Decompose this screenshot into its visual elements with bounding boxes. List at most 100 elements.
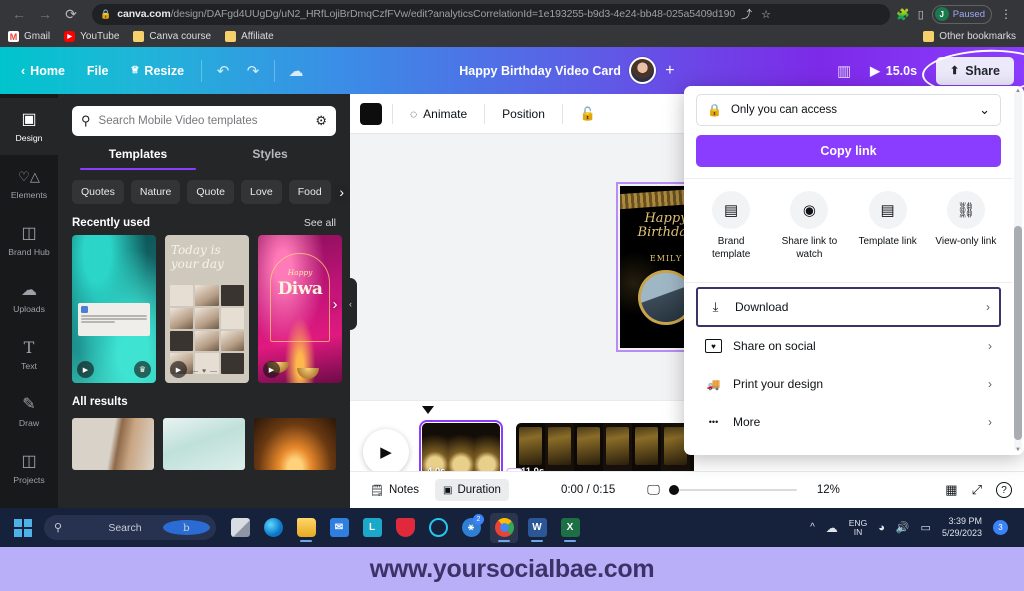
notes-button[interactable]: 🗒 Notes <box>362 479 427 502</box>
address-bar[interactable]: 🔒 canva.com/design/DAFgd4UUgDg/uN2_HRfLo… <box>92 3 890 25</box>
tab-styles[interactable]: Styles <box>204 147 336 170</box>
bookmark-gmail[interactable]: M Gmail <box>8 31 50 42</box>
taskbar-search[interactable]: ⚲ Search b <box>44 515 216 540</box>
wifi-icon[interactable]: ◕ <box>878 522 885 534</box>
taskbar-app-microsoft-excel[interactable]: X <box>556 513 584 543</box>
play-icon[interactable]: ▶ <box>263 361 280 378</box>
resize-button[interactable]: ♕ Resize <box>119 58 195 84</box>
menu-item-more[interactable]: ••• More › <box>696 403 1001 441</box>
sidebar-item-text[interactable]: T Text <box>0 326 58 383</box>
quick-action-template-link[interactable]: ▤ Template link <box>849 191 927 261</box>
taskbar-app-file-explorer[interactable] <box>292 513 320 543</box>
menu-item-print-your-design[interactable]: 🚚 Print your design › <box>696 365 1001 403</box>
home-button[interactable]: ‹ Home <box>10 58 76 84</box>
chip-quote[interactable]: Quote <box>187 180 234 204</box>
side-panel-icon[interactable]: ▯ <box>918 8 924 21</box>
result-thumb[interactable] <box>254 418 336 470</box>
duration-button[interactable]: ▣ Duration <box>435 479 509 501</box>
play-duration-button[interactable]: ▶ 15.0s <box>861 58 926 83</box>
copy-link-button[interactable]: Copy link <box>696 135 1001 167</box>
thumbs-next-icon[interactable]: › <box>324 293 346 315</box>
menu-item-share-on-social[interactable]: ♥ Share on social › <box>696 327 1001 365</box>
sidebar-item-projects[interactable]: ◫ Projects <box>0 440 58 497</box>
fullscreen-icon[interactable]: ⤢ <box>972 482 982 498</box>
back-icon[interactable]: ← <box>8 3 30 25</box>
fit-screen-icon[interactable]: 🖵 <box>647 482 660 498</box>
taskbar-app-l[interactable]: L <box>358 513 386 543</box>
scroll-down-icon[interactable]: ▼ <box>1014 447 1022 453</box>
redo-icon[interactable]: ↷ <box>238 56 268 86</box>
notification-badge[interactable]: 3 <box>993 520 1008 535</box>
grid-view-icon[interactable]: ▦ <box>945 482 957 498</box>
quick-action-share-link-to-watch[interactable]: ◉ Share link to watch <box>770 191 848 261</box>
volume-icon[interactable]: 🔊 <box>896 521 910 534</box>
analytics-icon[interactable]: ▥ <box>829 56 859 86</box>
chip-food[interactable]: Food <box>288 180 331 204</box>
zoom-control[interactable]: 🖵 <box>647 482 797 498</box>
undo-icon[interactable]: ↶ <box>208 56 238 86</box>
quick-action-brand-template[interactable]: ▤ Brand template <box>692 191 770 261</box>
tray-chevron-up-icon[interactable]: ^ <box>810 522 815 533</box>
browser-menu-icon[interactable]: ⋮ <box>1000 7 1012 21</box>
play-icon[interactable]: ▶ <box>77 361 94 378</box>
clock[interactable]: 3:39 PM 5/29/2023 <box>942 516 982 539</box>
play-icon[interactable]: ▶ <box>170 361 187 378</box>
battery-icon[interactable]: ▭ <box>921 521 931 534</box>
extensions-icon[interactable]: 🧩 <box>896 8 910 21</box>
taskbar-app-mail[interactable]: ✉ <box>325 513 353 543</box>
see-all-link[interactable]: See all <box>304 217 336 229</box>
share-button[interactable]: ⬆ Share <box>920 46 1024 97</box>
filter-icon[interactable]: ⚙ <box>315 113 327 129</box>
bookmark-star-icon[interactable]: ☆ <box>761 8 771 21</box>
page-title[interactable]: Happy Birthday Video Card <box>459 64 621 78</box>
chevron-right-icon[interactable]: › <box>339 184 344 200</box>
bookmark-affiliate[interactable]: Affiliate <box>225 31 274 42</box>
quick-action-view-only-link[interactable]: ⛓ View-only link <box>927 191 1005 261</box>
add-collaborator-button[interactable]: + <box>659 60 681 82</box>
result-thumb[interactable] <box>72 418 154 470</box>
lock-button[interactable]: 🔓 <box>573 101 603 127</box>
template-thumb-ocean[interactable]: ▶ ♛ <box>72 235 156 383</box>
other-bookmarks[interactable]: Other bookmarks <box>923 31 1016 42</box>
bing-icon[interactable]: b <box>162 520 210 535</box>
playhead-marker[interactable] <box>422 406 434 414</box>
cloud-saved-icon[interactable]: ☁ <box>281 56 311 86</box>
taskbar-app-antivirus[interactable] <box>391 513 419 543</box>
forward-icon[interactable]: → <box>34 3 56 25</box>
chip-nature[interactable]: Nature <box>130 180 181 204</box>
taskbar-app-opera[interactable] <box>424 513 452 543</box>
sidebar-item-draw[interactable]: ✎ Draw <box>0 383 58 440</box>
taskbar-app-microsoft-edge[interactable] <box>259 513 287 543</box>
sidebar-item-elements[interactable]: ♡△ Elements <box>0 155 58 212</box>
language-indicator[interactable]: ENG IN <box>849 518 867 537</box>
search-bar[interactable]: ⚲ ⚙ <box>72 106 336 136</box>
color-swatch-button[interactable] <box>360 102 382 125</box>
template-thumb-today-is-your-day[interactable]: Today is your day ▶ — ♥ — <box>165 235 249 383</box>
access-selector[interactable]: 🔒 Only you can access ⌄ <box>696 94 1001 126</box>
chip-love[interactable]: Love <box>240 180 282 204</box>
chevron-down-icon[interactable]: ⌄ <box>979 102 990 118</box>
animate-button[interactable]: ◌ Animate <box>403 102 474 126</box>
timeline-play-button[interactable]: ▶ <box>363 429 409 475</box>
profile-chip[interactable]: J Paused <box>931 4 992 24</box>
share-scrollbar-thumb[interactable] <box>1014 226 1022 440</box>
file-menu-button[interactable]: File <box>76 58 120 84</box>
bookmark-canva-course[interactable]: Canva course <box>133 31 211 42</box>
onedrive-cloud-icon[interactable]: ☁ <box>826 521 838 535</box>
share-page-icon[interactable]: ⤴ <box>741 6 752 22</box>
sidebar-item-uploads[interactable]: ☁ Uploads <box>0 269 58 326</box>
zoom-slider[interactable] <box>668 485 797 495</box>
taskbar-app-microsoft-word[interactable]: W <box>523 513 551 543</box>
zoom-slider-knob[interactable] <box>668 485 679 495</box>
avatar[interactable] <box>628 57 656 84</box>
panel-collapse-button[interactable]: ‹ <box>344 278 357 330</box>
menu-item-download[interactable]: ⤓ Download › <box>696 287 1001 327</box>
sidebar-item-design[interactable]: ▣ Design <box>0 98 58 155</box>
reload-icon[interactable]: ⟳ <box>60 3 82 25</box>
start-button[interactable] <box>8 518 38 537</box>
help-icon[interactable]: ? <box>996 482 1012 498</box>
tab-templates[interactable]: Templates <box>72 147 204 170</box>
sidebar-item-brand-hub[interactable]: ◫ Brand Hub <box>0 212 58 269</box>
chip-quotes[interactable]: Quotes <box>72 180 124 204</box>
position-button[interactable]: Position <box>495 102 552 126</box>
